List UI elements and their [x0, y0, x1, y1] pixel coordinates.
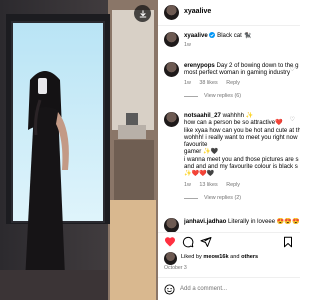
- caption-avatar[interactable]: [164, 32, 179, 47]
- comment-username[interactable]: erenypops: [184, 62, 215, 69]
- comment-input[interactable]: Add a comment...: [180, 286, 227, 292]
- post-actions: Liked by meow16k and others October 3 Ad…: [158, 232, 300, 301]
- comment-icon[interactable]: [182, 236, 194, 248]
- comment-meta: 1w 38 likes Reply: [184, 80, 240, 86]
- reply-button[interactable]: Reply: [226, 80, 240, 86]
- comment-username[interactable]: notsaahil_27: [184, 112, 221, 119]
- post-date: October 3: [164, 265, 187, 271]
- post-details-panel: xyaalive xyaalive Black cat 🐈‍⬛ 1w ereny…: [158, 0, 300, 300]
- view-replies-button[interactable]: View replies (2): [184, 195, 241, 201]
- author-username[interactable]: xyaalive: [184, 8, 211, 15]
- comment-item: erenypops Day 2 of bowing down to the g …: [158, 62, 300, 108]
- heart-filled-icon[interactable]: [164, 236, 176, 248]
- comment-text: janhavi.jadhao Literally in loveee 😍😍😍: [184, 218, 300, 225]
- photo-illustration: [0, 0, 158, 300]
- comment-item: janhavi.jadhao Literally in loveee 😍😍😍: [158, 218, 300, 232]
- comment-likes[interactable]: 13 likes: [199, 182, 217, 188]
- save-post-button[interactable]: [134, 5, 151, 22]
- download-icon: [139, 9, 146, 18]
- view-replies-button[interactable]: View replies (6): [184, 93, 241, 99]
- reply-button[interactable]: Reply: [226, 182, 240, 188]
- emoji-icon[interactable]: [164, 284, 175, 295]
- add-comment-bar: Add a comment...: [158, 277, 300, 302]
- commenter-avatar[interactable]: [164, 62, 179, 77]
- comment-text: notsaahil_27 wahhhh ✨ how can a person b…: [184, 112, 300, 178]
- caption-body: Black cat 🐈‍⬛: [217, 32, 252, 39]
- caption-text: xyaalive Black cat 🐈‍⬛: [184, 32, 300, 39]
- share-icon[interactable]: [200, 236, 212, 248]
- like-comment-icon[interactable]: ♡: [290, 116, 295, 123]
- commenter-avatar[interactable]: [164, 218, 179, 232]
- liked-by-avatar[interactable]: [164, 252, 177, 265]
- commenter-avatar[interactable]: [164, 112, 179, 127]
- comment-text: erenypops Day 2 of bowing down to the g …: [184, 62, 299, 77]
- comments-list[interactable]: xyaalive Black cat 🐈‍⬛ 1w erenypops Day …: [158, 26, 300, 232]
- author-avatar[interactable]: [164, 5, 179, 20]
- caption-username[interactable]: xyaalive: [184, 32, 208, 39]
- comment-username[interactable]: janhavi.jadhao: [184, 218, 226, 225]
- like-comment-icon[interactable]: ♡: [290, 66, 295, 73]
- caption-time: 1w: [184, 42, 191, 48]
- comment-meta: 1w 13 likes Reply: [184, 182, 240, 188]
- comment-item: notsaahil_27 wahhhh ✨ how can a person b…: [158, 112, 300, 208]
- comment-likes[interactable]: 38 likes: [199, 80, 217, 86]
- bookmark-icon[interactable]: [282, 236, 294, 248]
- post-header: xyaalive: [158, 0, 300, 26]
- caption-meta: 1w: [184, 42, 198, 48]
- liked-by-text[interactable]: Liked by meow16k and others: [181, 254, 258, 260]
- verified-badge-icon: [209, 32, 216, 38]
- post-caption: xyaalive Black cat 🐈‍⬛ 1w: [158, 32, 300, 58]
- post-photo[interactable]: [0, 0, 158, 300]
